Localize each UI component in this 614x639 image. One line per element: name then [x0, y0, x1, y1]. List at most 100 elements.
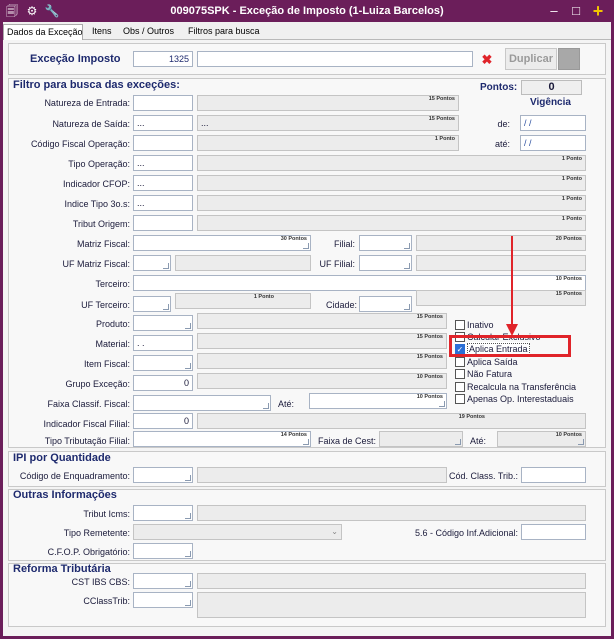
terceiro-label: Terceiro:: [95, 279, 130, 289]
cidade-field[interactable]: [359, 296, 412, 312]
checkbox-box[interactable]: [455, 381, 465, 392]
checkbox-box[interactable]: [455, 356, 465, 367]
duplicar-swatch[interactable]: [558, 48, 580, 70]
tribut-origem-code[interactable]: [133, 215, 193, 231]
cclasstrib-field[interactable]: [133, 592, 193, 608]
checkbox-box[interactable]: [455, 319, 465, 330]
tribut-origem-label: Tribut Origem:: [72, 219, 130, 229]
produto-desc: 15 Pontos: [197, 313, 447, 329]
faixa-classif-label: Faixa Classif. Fiscal:: [47, 399, 130, 409]
tipo-tributacao-field[interactable]: 14 Pontos: [133, 431, 311, 447]
gear-icon[interactable]: ⚙: [24, 3, 40, 19]
cod-class-trib-field[interactable]: [521, 467, 586, 483]
cidade-label: Cidade:: [325, 300, 357, 310]
produto-field[interactable]: [133, 315, 193, 331]
vigencia-de-field[interactable]: / /: [520, 115, 586, 131]
indicador-fiscal-desc: 19 Pontos: [197, 413, 586, 429]
tipo-tributacao-label: Tipo Tributação Filial:: [44, 436, 130, 446]
points-label: 1 Ponto: [561, 216, 582, 222]
points-label: 1 Ponto: [434, 136, 455, 142]
tipo-remetente-select[interactable]: ⌄: [133, 524, 342, 540]
natureza-entrada-code[interactable]: [133, 95, 193, 111]
matriz-fiscal-label: Matriz Fiscal:: [76, 239, 130, 249]
cfop-obrigatorio-field[interactable]: [133, 543, 193, 559]
faixa-cest-ate[interactable]: 10 Pontos: [497, 431, 586, 447]
codigo-inf-adicional-field[interactable]: [521, 524, 586, 540]
minimize-icon[interactable]: ‒: [545, 3, 563, 19]
uf-matriz-field[interactable]: [133, 255, 171, 271]
clear-icon[interactable]: ✖: [478, 52, 496, 68]
produto-label: Produto:: [95, 319, 130, 329]
grupo-excecao-desc: 10 Pontos: [197, 373, 447, 389]
points-label: 20 Pontos: [555, 236, 582, 242]
tipo-operacao-code[interactable]: ...: [133, 155, 193, 171]
points-label: 15 Pontos: [416, 334, 443, 340]
checkbox-box[interactable]: [455, 393, 465, 404]
pontos-value: 0: [521, 80, 582, 95]
points-label: 1 Ponto: [561, 176, 582, 182]
add-icon[interactable]: +: [589, 2, 607, 20]
excecao-code-field[interactable]: 1325: [133, 51, 193, 67]
codigo-enquadramento-field[interactable]: [133, 467, 193, 483]
cclasstrib-label: CClassTrib:: [83, 596, 130, 606]
points-label: 10 Pontos: [555, 432, 582, 438]
codigo-fiscal-code[interactable]: [133, 135, 193, 151]
tab-itens[interactable]: Itens: [89, 24, 115, 40]
faixa-classif-ate[interactable]: 10 Pontos: [309, 393, 447, 409]
app-icon[interactable]: 🗐: [4, 3, 20, 19]
cfop-obrigatorio-label: C.F.O.P. Obrigatório:: [47, 547, 130, 557]
wrench-icon[interactable]: 🔧: [44, 3, 60, 19]
recalcula-transferencia-checkbox[interactable]: Recalcula na Transferência: [455, 380, 576, 392]
points-label: 14 Pontos: [280, 432, 307, 438]
uf-filial-field[interactable]: [359, 255, 412, 271]
chevron-down-icon: ⌄: [331, 527, 338, 536]
checkbox-box[interactable]: [455, 368, 465, 379]
filial-label: Filial:: [333, 239, 355, 249]
vigencia-ate-field[interactable]: / /: [520, 135, 586, 151]
faixa-cest-label: Faixa de Cest:: [317, 436, 376, 446]
points-label: 1 Ponto: [253, 294, 274, 300]
matriz-fiscal-field[interactable]: 30 Pontos: [133, 235, 311, 251]
faixa-classif-de[interactable]: [133, 395, 271, 411]
points-label: 15 Pontos: [428, 116, 455, 122]
uf-terceiro-label: UF Terceiro:: [81, 300, 130, 310]
inativo-checkbox[interactable]: Inativo: [455, 318, 494, 330]
indicador-cfop-label: Indicador CFOP:: [62, 179, 130, 189]
duplicar-button[interactable]: Duplicar: [505, 48, 557, 70]
apenas-interestaduais-checkbox[interactable]: Apenas Op. Interestaduais: [455, 392, 574, 404]
maximize-icon[interactable]: □: [567, 3, 585, 19]
indice-tipo-label: Indice Tipo 3o.s:: [64, 199, 130, 209]
points-label: 15 Pontos: [428, 96, 455, 102]
excecao-description-field[interactable]: [197, 51, 473, 67]
filial-field[interactable]: [359, 235, 412, 251]
cst-ibs-cbs-field[interactable]: [133, 573, 193, 589]
tab-filtros-busca[interactable]: Filtros para busca: [185, 24, 263, 40]
indicador-cfop-code[interactable]: ...: [133, 175, 193, 191]
faixa-cest-de[interactable]: [379, 431, 463, 447]
window-title: 009075SPK - Exceção de Imposto (1-Luiza …: [170, 5, 444, 17]
faixa-cest-ate-label: Até:: [470, 436, 487, 446]
indice-tipo-code[interactable]: ...: [133, 195, 193, 211]
tab-bar: Dados da Exceção Itens Obs / Outros Filt…: [3, 22, 611, 40]
nao-fatura-checkbox[interactable]: Não Fatura: [455, 367, 512, 379]
tipo-remetente-label: Tipo Remetente:: [63, 528, 130, 538]
codigo-enquadramento-label: Código de Enquadramento:: [19, 471, 130, 481]
natureza-saida-code[interactable]: ...: [133, 115, 193, 131]
codigo-fiscal-label: Código Fiscal Operação:: [30, 139, 130, 149]
tribut-icms-field[interactable]: [133, 505, 193, 521]
tab-obs-outros[interactable]: Obs / Outros: [120, 24, 177, 40]
indicador-fiscal-field[interactable]: 0: [133, 413, 193, 429]
tab-dados-excecao[interactable]: Dados da Exceção: [3, 24, 83, 40]
item-fiscal-field[interactable]: [133, 355, 193, 371]
cod-class-trib-label: Cód. Class. Trib.:: [448, 471, 518, 481]
cclasstrib-desc: [197, 592, 586, 618]
points-label: 1 Ponto: [561, 156, 582, 162]
material-field[interactable]: . .: [133, 335, 193, 351]
points-label: 30 Pontos: [280, 236, 307, 242]
points-label: 15 Pontos: [416, 354, 443, 360]
points-label: 10 Pontos: [416, 374, 443, 380]
codigo-enquadramento-desc: [197, 467, 447, 483]
grupo-excecao-field[interactable]: 0: [133, 375, 193, 391]
natureza-saida-label: Natureza de Saída:: [52, 119, 130, 129]
uf-terceiro-field[interactable]: [133, 296, 171, 312]
